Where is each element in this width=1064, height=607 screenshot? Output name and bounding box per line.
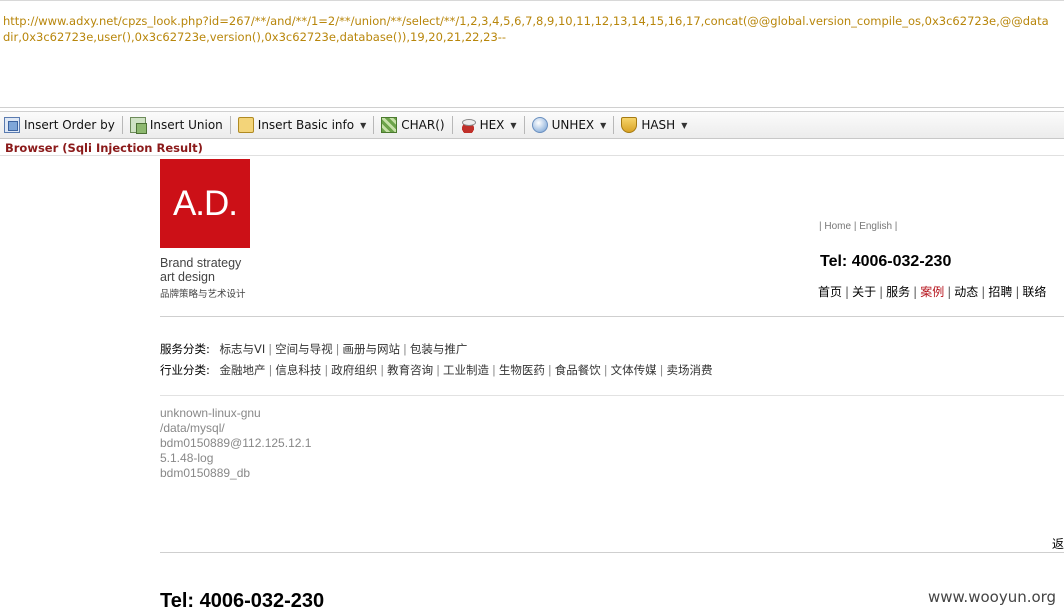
- nav-separator: |: [845, 285, 850, 299]
- hash-label: HASH: [641, 118, 676, 132]
- industry-item[interactable]: 教育咨询: [387, 363, 433, 377]
- industry-item[interactable]: 工业制造: [443, 363, 489, 377]
- site-logo[interactable]: A.D.: [160, 159, 250, 248]
- service-category-row: 服务分类: 标志与VI | 空间与导视 | 画册与网站 | 包装与推广: [160, 342, 468, 356]
- service-item[interactable]: 标志与VI: [220, 342, 266, 356]
- watermark: www.wooyun.org: [928, 588, 1057, 606]
- hash-button[interactable]: HASH ▼: [617, 114, 691, 136]
- url-text[interactable]: http://www.adxy.net/cpzs_look.php?id=267…: [3, 13, 1053, 45]
- insert-union-icon: [129, 117, 147, 134]
- industry-item[interactable]: 生物医药: [499, 363, 545, 377]
- divider: [160, 395, 1064, 396]
- toolbar-separator: [523, 116, 525, 134]
- unhex-label: UNHEX: [551, 118, 595, 132]
- chevron-down-icon: ▼: [600, 120, 607, 130]
- toolbar-separator: [613, 116, 615, 134]
- hex-label: HEX: [479, 118, 505, 132]
- industry-item[interactable]: 金融地产: [220, 363, 266, 377]
- toolbar: Insert Order by Insert Union Insert Basi…: [0, 111, 1064, 139]
- basic-info-icon: [237, 117, 254, 133]
- service-item[interactable]: 画册与网站: [343, 342, 401, 356]
- service-category-label: 服务分类:: [160, 342, 210, 356]
- unhex-icon: [531, 117, 548, 133]
- insert-basic-info-button[interactable]: Insert Basic info ▼: [234, 114, 370, 136]
- nav-item-contact[interactable]: 联络: [1022, 285, 1046, 299]
- insert-basic-info-label: Insert Basic info: [257, 118, 355, 132]
- insert-order-by-button[interactable]: Insert Order by: [0, 114, 119, 136]
- output-version: 5.1.48-log: [160, 451, 214, 465]
- divider: [160, 316, 1064, 317]
- toolbar-separator: [373, 116, 375, 134]
- industry-item[interactable]: 信息科技: [275, 363, 321, 377]
- toolbar-separator: [229, 116, 231, 134]
- tagline-chinese: 品牌策略与艺术设计: [160, 289, 246, 300]
- char-icon: [381, 117, 398, 133]
- injection-output: unknown-linux-gnu /data/mysql/ bdm015088…: [160, 406, 311, 481]
- divider: [160, 552, 1064, 553]
- tagline-art-design: art design: [160, 270, 215, 284]
- nav-separator: |: [947, 285, 952, 299]
- toolbar-separator: [451, 116, 453, 134]
- insert-order-by-label: Insert Order by: [24, 118, 115, 132]
- nav-item-news[interactable]: 动态: [954, 285, 978, 299]
- nav-separator: |: [879, 285, 884, 299]
- industry-category-row: 行业分类: 金融地产 | 信息科技 | 政府组织 | 教育咨询 | 工业制造 | 生物医药 | 食品餐饮…: [160, 363, 713, 377]
- industry-item[interactable]: 食品餐饮: [555, 363, 601, 377]
- output-database: bdm0150889_db: [160, 466, 251, 480]
- nav-item-services[interactable]: 服务: [886, 285, 910, 299]
- nav-item-about[interactable]: 关于: [852, 285, 876, 299]
- industry-item[interactable]: 文体传媒: [611, 363, 657, 377]
- insert-union-label: Insert Union: [149, 118, 223, 132]
- service-item[interactable]: 空间与导视: [275, 342, 333, 356]
- service-item[interactable]: 包装与推广: [410, 342, 468, 356]
- unhex-button[interactable]: UNHEX ▼: [528, 114, 611, 136]
- nav-item-jobs[interactable]: 招聘: [988, 285, 1012, 299]
- hash-icon: [621, 117, 638, 133]
- tagline-brand-strategy: Brand strategy: [160, 256, 242, 270]
- industry-item[interactable]: 卖场消费: [667, 363, 713, 377]
- chevron-down-icon: ▼: [681, 120, 688, 130]
- back-link[interactable]: 返: [1052, 535, 1064, 552]
- nav-item-cases[interactable]: 案例: [920, 285, 944, 299]
- nav-separator: |: [913, 285, 918, 299]
- insert-order-by-icon: [4, 117, 20, 133]
- chevron-down-icon: ▼: [510, 120, 517, 130]
- char-button[interactable]: CHAR(): [377, 114, 448, 136]
- output-user: bdm0150889@112.125.12.1: [160, 436, 312, 450]
- top-links[interactable]: | Home | English |: [819, 221, 897, 232]
- nav-separator: |: [1015, 285, 1020, 299]
- toolbar-separator: [121, 116, 123, 134]
- hex-icon: [459, 117, 476, 133]
- nav-item-home[interactable]: 首页: [818, 285, 842, 299]
- main-nav: 首页 | 关于 | 服务 | 案例 | 动态 | 招聘 | 联络: [818, 283, 1046, 300]
- site-telephone: Tel: 4006-032-230: [820, 253, 952, 270]
- chevron-down-icon: ▼: [360, 120, 367, 130]
- hex-button[interactable]: HEX ▼: [456, 114, 521, 136]
- insert-union-button[interactable]: Insert Union: [126, 114, 227, 136]
- nav-separator: |: [981, 285, 986, 299]
- result-panel-title: Browser (Sqli Injection Result): [5, 141, 203, 155]
- logo-text: A.D.: [172, 183, 238, 223]
- footer-telephone: Tel: 4006-032-230: [160, 590, 325, 607]
- industry-item[interactable]: 政府组织: [331, 363, 377, 377]
- industry-category-label: 行业分类:: [160, 363, 210, 377]
- char-label: CHAR(): [401, 118, 445, 132]
- url-bar[interactable]: http://www.adxy.net/cpzs_look.php?id=267…: [0, 0, 1064, 108]
- output-datadir: /data/mysql/: [160, 421, 225, 435]
- output-os: unknown-linux-gnu: [160, 406, 261, 420]
